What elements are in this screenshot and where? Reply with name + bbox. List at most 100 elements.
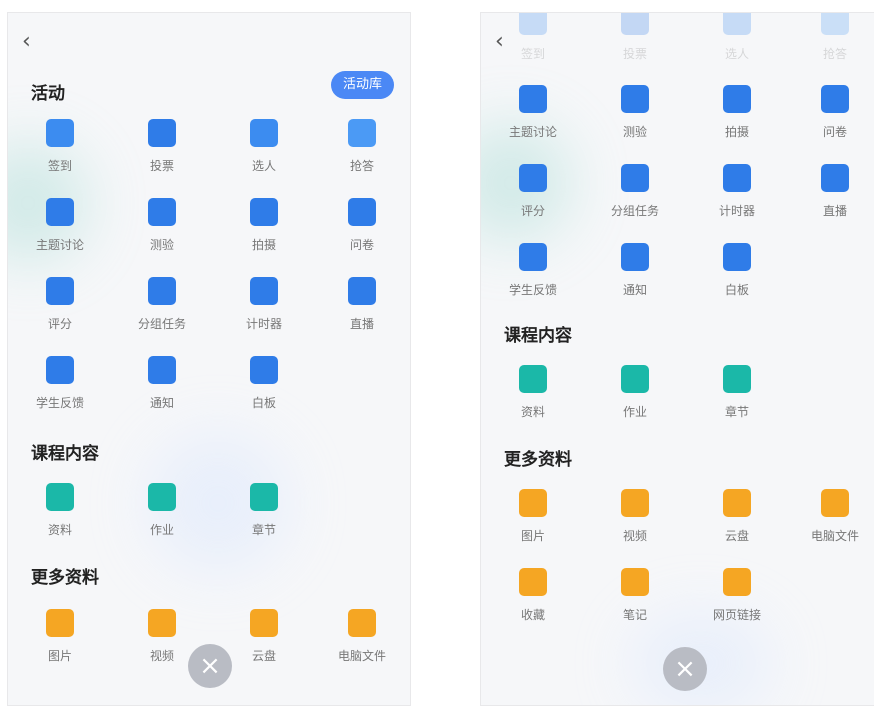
bar-chart-icon <box>148 119 176 147</box>
grid-item-chat-bubble[interactable]: 主题讨论 <box>10 198 110 253</box>
grid-item-chapter-list[interactable]: 章节 <box>687 365 787 420</box>
grid-item-person-select[interactable]: 选人 <box>687 13 787 62</box>
hand-tap-icon <box>46 119 74 147</box>
grid-item-hand-tap[interactable]: 签到 <box>10 119 110 174</box>
left-panel: ‹ 活动 活动库 签到 投票 选人 抢答 主题讨论 测验 拍摄 问卷 评分 分组任务 计时器 直播 学生… <box>7 12 411 706</box>
grid-item-collection-stack[interactable]: 收藏 <box>483 568 583 623</box>
clipboard-check-icon <box>148 277 176 305</box>
grid-item-image[interactable]: 图片 <box>483 489 583 544</box>
back-button[interactable]: ‹ <box>495 31 504 53</box>
collection-stack-icon <box>519 568 547 596</box>
grid-item-chapter-list[interactable]: 章节 <box>214 483 314 538</box>
grid-item-questionnaire[interactable]: 问卷 <box>785 85 874 140</box>
note-icon <box>621 568 649 596</box>
grid-item-microphone[interactable]: 抢答 <box>312 119 410 174</box>
folder-icon <box>519 365 547 393</box>
grid-item-speaker[interactable]: 通知 <box>585 243 685 298</box>
grid-item-bar-chart[interactable]: 投票 <box>112 119 212 174</box>
person-select-icon <box>250 119 278 147</box>
grid-item-microphone[interactable]: 抢答 <box>785 13 874 62</box>
grid-item-folder[interactable]: 资料 <box>483 365 583 420</box>
grid-item-stopwatch[interactable]: 计时器 <box>214 277 314 332</box>
grid-item-camera[interactable]: 拍摄 <box>687 85 787 140</box>
grid-item-label: 资料 <box>47 523 72 537</box>
edit-document-icon <box>148 483 176 511</box>
grid-item-link[interactable]: 网页链接 <box>687 568 787 623</box>
flower-rating-icon <box>46 277 74 305</box>
grid-item-camera[interactable]: 拍摄 <box>214 198 314 253</box>
grid-item-label: 主题讨论 <box>508 125 557 139</box>
grid-item-clipboard-check[interactable]: 分组任务 <box>585 164 685 219</box>
grid-item-note[interactable]: 笔记 <box>585 568 685 623</box>
grid-item-label: 评分 <box>520 204 545 218</box>
feedback-bubble-icon <box>46 356 74 384</box>
grid-item-label: 测验 <box>149 238 174 252</box>
grid-item-flower-rating[interactable]: 评分 <box>10 277 110 332</box>
person-select-icon <box>723 13 751 35</box>
grid-item-person-select[interactable]: 选人 <box>214 119 314 174</box>
back-button[interactable]: ‹ <box>22 31 31 53</box>
grid-item-label: 问卷 <box>822 125 847 139</box>
grid-item-monitor[interactable]: 电脑文件 <box>312 609 410 664</box>
grid-item-flower-rating[interactable]: 评分 <box>483 164 583 219</box>
grid-item-label: 收藏 <box>520 608 545 622</box>
video-icon <box>148 609 176 637</box>
chapter-list-icon <box>250 483 278 511</box>
grid-item-label: 图片 <box>47 649 72 663</box>
grid-item-play-circle[interactable]: 直播 <box>312 277 410 332</box>
grid-item-label: 直播 <box>822 204 847 218</box>
grid-item-quiz-document[interactable]: 测验 <box>112 198 212 253</box>
grid-item-label: 学生反馈 <box>508 283 557 297</box>
camera-icon <box>723 85 751 113</box>
close-button[interactable]: × <box>663 647 707 691</box>
grid-item-bar-chart[interactable]: 投票 <box>585 13 685 62</box>
grid-item-label: 分组任务 <box>610 204 659 218</box>
grid-item-whiteboard[interactable]: 白板 <box>214 356 314 411</box>
grid-item-monitor[interactable]: 电脑文件 <box>785 489 874 544</box>
chat-bubble-icon <box>46 198 74 226</box>
play-circle-icon <box>821 164 849 192</box>
grid-item-label: 笔记 <box>622 608 647 622</box>
grid-item-questionnaire[interactable]: 问卷 <box>312 198 410 253</box>
grid-item-label: 投票 <box>149 159 174 173</box>
activity-library-button[interactable]: 活动库 <box>330 71 394 99</box>
microphone-icon <box>348 119 376 147</box>
grid-item-speaker[interactable]: 通知 <box>112 356 212 411</box>
stopwatch-icon <box>250 277 278 305</box>
grid-item-label: 测验 <box>622 125 647 139</box>
microphone-icon <box>821 13 849 35</box>
grid-item-quiz-document[interactable]: 测验 <box>585 85 685 140</box>
grid-item-video[interactable]: 视频 <box>585 489 685 544</box>
image-icon <box>519 489 547 517</box>
grid-item-stopwatch[interactable]: 计时器 <box>687 164 787 219</box>
grid-item-label: 选人 <box>251 159 276 173</box>
grid-item-label: 评分 <box>47 317 72 331</box>
grid-item-label: 拍摄 <box>251 238 276 252</box>
grid-item-edit-document[interactable]: 作业 <box>585 365 685 420</box>
questionnaire-icon <box>348 198 376 226</box>
more-section-title: 更多资料 <box>31 568 99 588</box>
grid-item-play-circle[interactable]: 直播 <box>785 164 874 219</box>
close-button[interactable]: × <box>188 644 232 688</box>
grid-item-clipboard-check[interactable]: 分组任务 <box>112 277 212 332</box>
grid-item-cloud[interactable]: 云盘 <box>687 489 787 544</box>
play-circle-icon <box>348 277 376 305</box>
grid-item-label: 白板 <box>724 283 749 297</box>
feedback-bubble-icon <box>519 243 547 271</box>
clipboard-check-icon <box>621 164 649 192</box>
folder-icon <box>46 483 74 511</box>
questionnaire-icon <box>821 85 849 113</box>
grid-item-feedback-bubble[interactable]: 学生反馈 <box>10 356 110 411</box>
grid-item-label: 选人 <box>724 47 749 61</box>
grid-item-label: 分组任务 <box>137 317 186 331</box>
grid-item-edit-document[interactable]: 作业 <box>112 483 212 538</box>
monitor-icon <box>821 489 849 517</box>
chapter-list-icon <box>723 365 751 393</box>
grid-item-image[interactable]: 图片 <box>10 609 110 664</box>
grid-item-label: 电脑文件 <box>810 529 859 543</box>
grid-item-feedback-bubble[interactable]: 学生反馈 <box>483 243 583 298</box>
grid-item-folder[interactable]: 资料 <box>10 483 110 538</box>
grid-item-whiteboard[interactable]: 白板 <box>687 243 787 298</box>
whiteboard-icon <box>723 243 751 271</box>
grid-item-chat-bubble[interactable]: 主题讨论 <box>483 85 583 140</box>
